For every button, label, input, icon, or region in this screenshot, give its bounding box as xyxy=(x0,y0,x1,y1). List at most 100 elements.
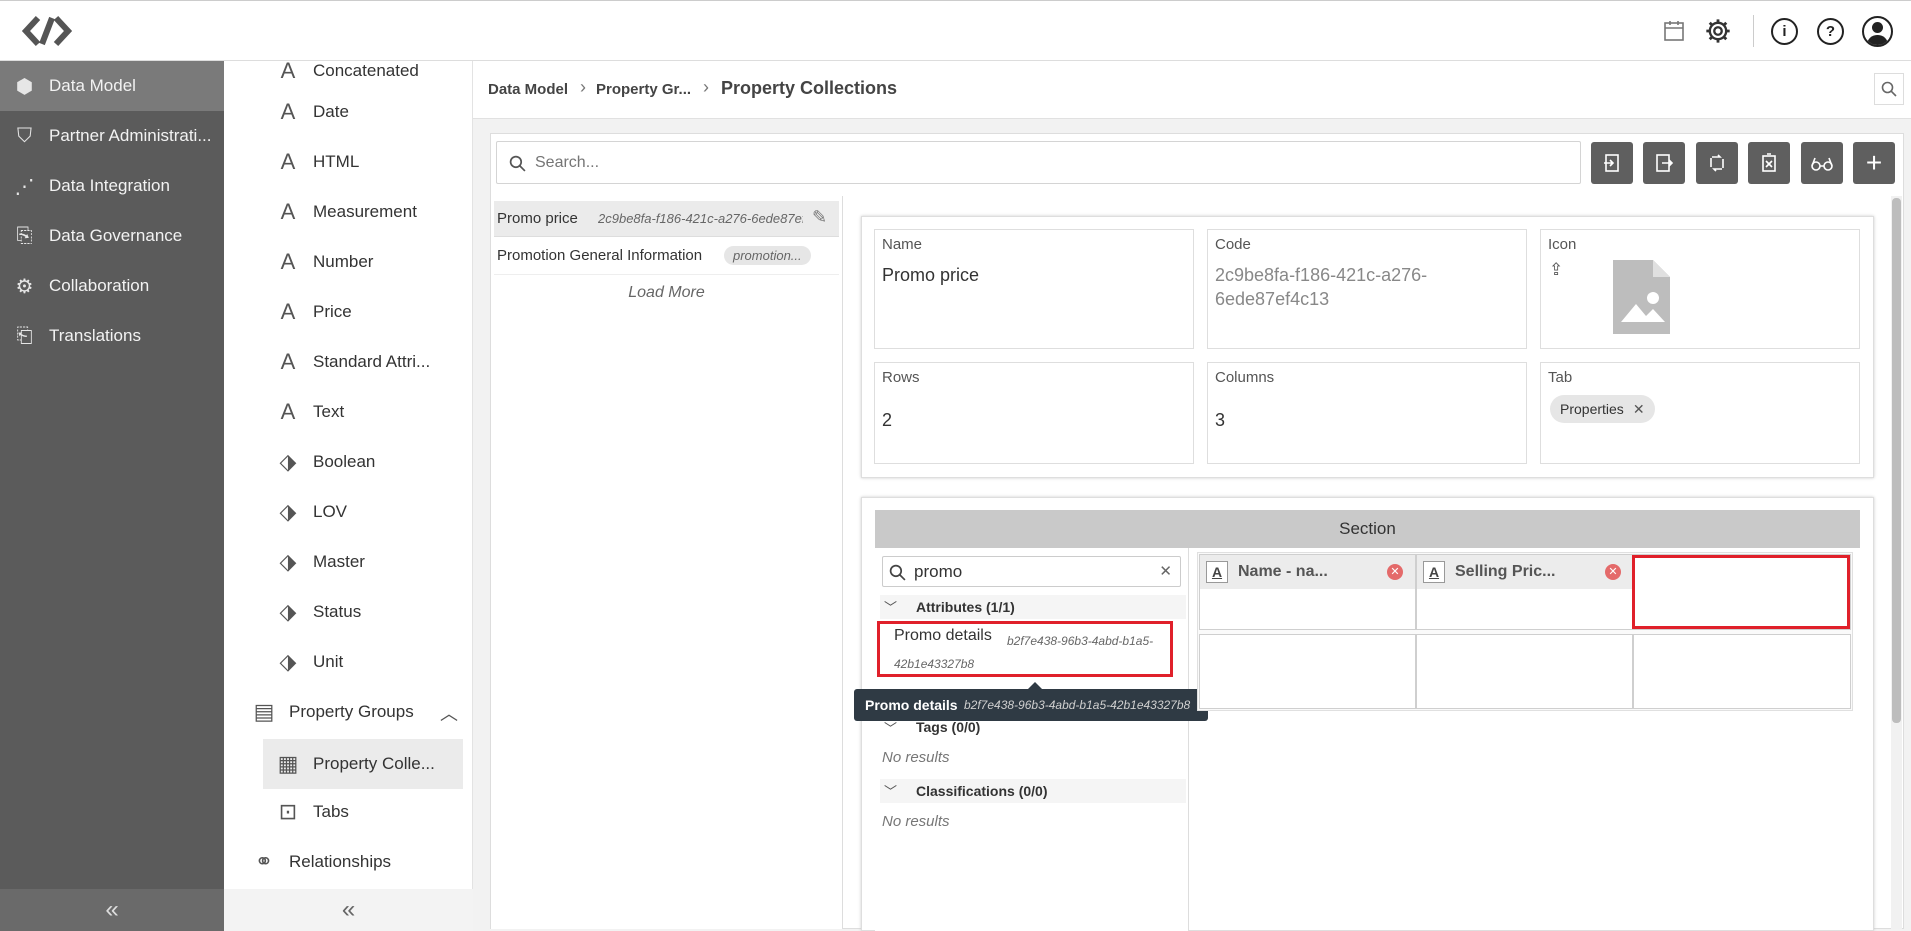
nav-item-label: Partner Administrati... xyxy=(49,126,212,145)
scrollbar[interactable] xyxy=(1891,196,1902,929)
logo-icon[interactable] xyxy=(21,12,73,50)
gear-icon[interactable] xyxy=(1704,17,1732,45)
name-field[interactable]: Name Promo price xyxy=(874,229,1194,349)
subnav-item-master[interactable]: ⬗ Master xyxy=(263,539,463,585)
remove-icon[interactable]: ✕ xyxy=(1605,564,1621,580)
rows-field[interactable]: Rows 2 xyxy=(874,362,1194,464)
search-input[interactable] xyxy=(535,151,1565,175)
tooltip-name: Promo details xyxy=(865,697,958,713)
subnav-item-standard-attributes[interactable]: A Standard Attri... xyxy=(263,339,463,385)
grid-cell[interactable]: A Name - na... ✕ xyxy=(1199,554,1416,630)
highlight-attribute-item xyxy=(877,621,1173,677)
search-icon[interactable] xyxy=(1874,73,1904,105)
info-icon[interactable]: i xyxy=(1771,18,1798,45)
tab-chip-label: Properties xyxy=(1560,401,1624,417)
close-icon[interactable]: ✕ xyxy=(1633,401,1645,418)
tags-group-header[interactable]: ﹀ Tags (0/0) xyxy=(880,715,1186,739)
list-item[interactable]: Promotion General Information promotion.… xyxy=(494,237,839,275)
remove-icon[interactable]: ✕ xyxy=(1387,564,1403,580)
empty-message: No results xyxy=(882,749,950,766)
sub-nav: A Concatenated A Date A HTML A Measurement A… xyxy=(224,58,473,931)
nav-item-data-integration[interactable]: ⋰ Data Integration xyxy=(0,161,224,211)
collapse-subnav-button[interactable]: « xyxy=(224,889,473,931)
group-label: Classifications (0/0) xyxy=(916,783,1048,799)
clear-icon[interactable]: ✕ xyxy=(1159,562,1172,580)
field-value: 3 xyxy=(1215,410,1226,430)
collapse-nav-button[interactable]: « xyxy=(0,889,224,931)
subnav-item-status[interactable]: ⬗ Status xyxy=(263,589,463,635)
subnav-item-label: Text xyxy=(313,402,345,421)
page-title: Property Collections xyxy=(721,78,898,98)
grid-cell-attribute[interactable]: A Name - na... ✕ xyxy=(1200,555,1415,589)
icon-field[interactable]: Icon ⇪ xyxy=(1540,229,1860,349)
subnav-item-boolean[interactable]: ⬗ Boolean xyxy=(263,439,463,485)
tab-chip[interactable]: Properties ✕ xyxy=(1550,395,1655,423)
attribute-filter[interactable]: promo ✕ xyxy=(882,556,1181,587)
nav-item-partner-administration[interactable]: ⛉ Partner Administrati... xyxy=(0,111,224,161)
sync-button[interactable] xyxy=(1696,142,1738,184)
subnav-item-lov[interactable]: ⬗ LOV xyxy=(263,489,463,535)
nav-item-label: Data Model xyxy=(49,76,136,95)
subnav-item-tabs[interactable]: ⊡ Tabs xyxy=(263,789,463,835)
subnav-item-number[interactable]: A Number xyxy=(263,239,463,285)
grid-cell-label: Selling Pric... xyxy=(1455,563,1556,580)
calendar-icon[interactable] xyxy=(1662,19,1686,43)
attribute-icon: A xyxy=(280,399,296,424)
import-button[interactable] xyxy=(1591,142,1633,184)
nav-item-collaboration[interactable]: ⚙ Collaboration xyxy=(0,261,224,311)
subnav-item-property-collections[interactable]: ▦ Property Colle... xyxy=(263,739,463,789)
subnav-item-measurement[interactable]: A Measurement xyxy=(263,189,463,235)
property-groups-icon: ▤ xyxy=(253,699,275,724)
edit-icon[interactable]: ✎ xyxy=(812,207,827,228)
tab-field[interactable]: Tab Properties ✕ xyxy=(1540,362,1860,464)
help-icon[interactable]: ? xyxy=(1817,18,1844,45)
subnav-item-concatenated[interactable]: A Concatenated xyxy=(263,48,463,94)
user-icon[interactable] xyxy=(1862,16,1893,47)
field-label: Name xyxy=(882,236,923,253)
subnav-item-text[interactable]: A Text xyxy=(263,389,463,435)
code-field: Code 2c9be8fa-f186-421c-a276-6ede87ef4c1… xyxy=(1207,229,1527,349)
breadcrumb: Data Model › Property Gr... › Property C… xyxy=(473,61,1911,119)
nav-item-data-governance[interactable]: ⎘ Data Governance xyxy=(0,211,224,261)
grid-cell-empty[interactable] xyxy=(1199,634,1416,709)
sync-icon xyxy=(1710,154,1724,172)
search-bar[interactable] xyxy=(496,141,1581,184)
nav-item-translations[interactable]: ⎗ Translations xyxy=(0,311,224,361)
search-icon xyxy=(509,155,526,172)
preview-button[interactable] xyxy=(1801,142,1843,184)
subnav-item-price[interactable]: A Price xyxy=(263,289,463,335)
classifications-group-header[interactable]: ﹀ Classifications (0/0) xyxy=(880,779,1186,803)
tag-icon: ⬗ xyxy=(279,499,297,524)
field-label: Tab xyxy=(1548,369,1573,386)
chevron-up-icon[interactable]: ︿ xyxy=(440,700,458,726)
subnav-item-date[interactable]: A Date xyxy=(263,89,463,135)
grid-cell-attribute[interactable]: A Selling Pric... ✕ xyxy=(1417,555,1632,589)
nav-item-label: Collaboration xyxy=(49,276,150,295)
subnav-item-relationships[interactable]: ⚭ Relationships xyxy=(239,839,464,885)
columns-field[interactable]: Columns 3 xyxy=(1207,362,1527,464)
subnav-item-html[interactable]: A HTML xyxy=(263,139,463,185)
add-button[interactable]: + xyxy=(1853,142,1895,184)
grid-cell-empty[interactable] xyxy=(1633,634,1851,709)
tag-icon: ⬗ xyxy=(279,449,297,474)
breadcrumb-item[interactable]: Data Model xyxy=(488,81,568,98)
subnav-item-label: Standard Attri... xyxy=(313,352,431,371)
delete-button[interactable] xyxy=(1748,142,1790,184)
subnav-item-unit[interactable]: ⬗ Unit xyxy=(263,639,463,685)
list-item-name: Promotion General Information xyxy=(497,247,703,264)
attribute-icon: A xyxy=(280,249,296,274)
list-item[interactable]: Promo price 2c9be8fa-f186-421c-a276-6ede… xyxy=(494,201,839,237)
export-button[interactable] xyxy=(1643,142,1685,184)
list-item-name: Promo price xyxy=(497,210,578,227)
subnav-item-label: Date xyxy=(313,102,349,121)
subnav-item-label: Tabs xyxy=(313,802,349,821)
load-more-link[interactable]: Load More xyxy=(494,284,839,302)
subnav-group-property-groups[interactable]: ▤ Property Groups ︿ xyxy=(239,689,464,735)
breadcrumb-item[interactable]: Property Gr... xyxy=(596,81,691,98)
attributes-group-header[interactable]: ﹀ Attributes (1/1) xyxy=(880,595,1186,619)
upload-icon[interactable]: ⇪ xyxy=(1549,260,1563,280)
tag-icon: ⬗ xyxy=(279,599,297,624)
grid-cell[interactable]: A Selling Pric... ✕ xyxy=(1416,554,1633,630)
nav-item-data-model[interactable]: ⬢ Data Model xyxy=(0,61,224,111)
grid-cell-empty[interactable] xyxy=(1416,634,1633,709)
